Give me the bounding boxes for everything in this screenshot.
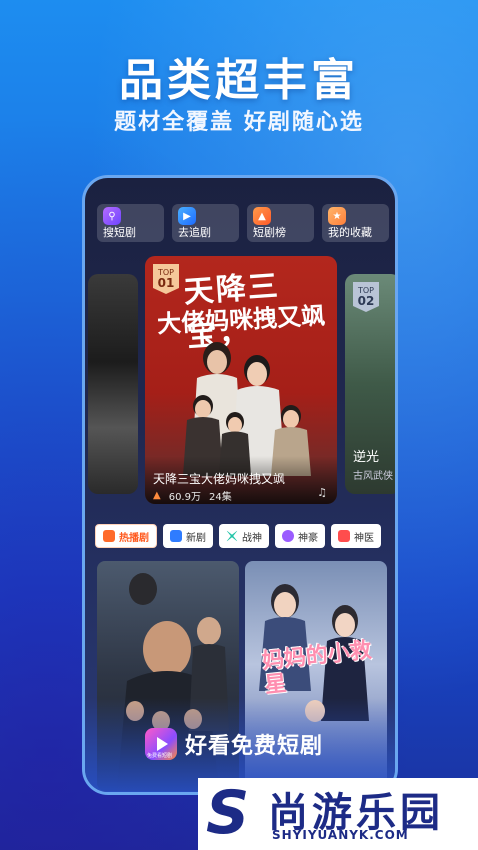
tab-warlord[interactable]: 战神 [219,524,269,548]
play-icon [170,530,182,542]
tab-doctor-label: 神医 [354,532,374,544]
tab-tycoon[interactable]: 神豪 [275,524,325,548]
my-favorites-button[interactable]: ★ 我的收藏 [322,204,389,242]
carousel-card-next[interactable]: TOP 02 逆光 古风武侠 [345,274,395,494]
next-card-title: 逆光 [353,450,380,465]
featured-views: 60.9万 [168,492,201,503]
tab-hot[interactable]: 热播剧 [95,524,157,548]
watermark-url: SHYIYUANYK.COM [272,828,409,842]
tab-new[interactable]: 新剧 [163,524,213,548]
my-favorites-label: 我的收藏 [328,226,372,239]
rank-badge-number: 01 [157,276,175,290]
sound-icon[interactable]: ♫ [317,486,327,499]
hero-subtitle: 题材全覆盖 好剧随心选 [114,110,364,135]
carousel-card-featured[interactable]: TOP 01 天降三宝， 大佬妈咪拽又飒 天降三宝大佬妈咪拽又飒 ▲ 60.9万… [145,256,337,504]
search-drama-label: 搜短剧 [103,226,136,239]
drama-ranking-button[interactable]: ▲ 短剧榜 [247,204,314,242]
featured-title: 天降三宝大佬妈咪拽又飒 [153,472,286,486]
hot-icon [103,530,115,542]
app-name: 好看免费短剧 [185,734,324,759]
search-drama-button[interactable]: ⚲ 搜短剧 [97,204,164,242]
watermark-logo: S [206,778,250,848]
rank-badge-2: TOP 02 [353,282,379,312]
app-logo-caption: 免费看短剧 [147,753,173,759]
phone-mockup: ⚲ 搜短剧 ▶ 去追剧 ▲ 短剧榜 ★ 我的收藏 TOP 01 天降三宝， 大佬… [82,175,398,795]
rank-icon: ▲ [253,207,271,225]
site-watermark: S 尚游乐园 SHYIYUANYK.COM [198,778,478,850]
carousel-card-previous[interactable] [88,274,138,494]
ranking-carousel: TOP 01 天降三宝， 大佬妈咪拽又飒 天降三宝大佬妈咪拽又飒 ▲ 60.9万… [85,256,395,504]
tab-warlord-label: 战神 [242,532,262,544]
tab-new-label: 新剧 [186,532,206,544]
watch-drama-button[interactable]: ▶ 去追剧 [172,204,239,242]
app-branding: 免费看短剧 好看免费短剧 [145,728,323,760]
category-tabs: 热播剧 新剧 战神 神豪 神医 [95,524,395,550]
tab-tycoon-label: 神豪 [298,532,318,544]
tycoon-icon [282,530,294,542]
tab-doctor[interactable]: 神医 [331,524,381,548]
quick-actions-bar: ⚲ 搜短剧 ▶ 去追剧 ▲ 短剧榜 ★ 我的收藏 [97,204,389,242]
featured-episodes: 24集 [208,492,232,503]
fire-icon: ▲ [153,490,161,501]
play-icon: ▶ [178,207,196,225]
rank-badge-2-number: 02 [357,294,375,308]
next-card-genre: 古风武侠 [353,471,393,482]
crossed-swords-icon [226,530,238,542]
featured-meta: ▲ 60.9万 24集 [153,488,232,503]
drama-ranking-label: 短剧榜 [253,226,286,239]
star-icon: ★ [328,207,346,225]
medical-icon [338,530,350,542]
search-icon: ⚲ [103,207,121,225]
hero-title: 品类超丰富 [119,55,359,106]
featured-info-bar: 天降三宝大佬妈咪拽又飒 ▲ 60.9万 24集 ♫ [145,456,337,504]
app-logo-icon: 免费看短剧 [145,728,177,760]
rank-badge: TOP 01 [153,264,179,294]
poster-family-image [183,342,311,476]
tab-hot-label: 热播剧 [119,532,149,544]
watch-drama-label: 去追剧 [178,226,211,239]
